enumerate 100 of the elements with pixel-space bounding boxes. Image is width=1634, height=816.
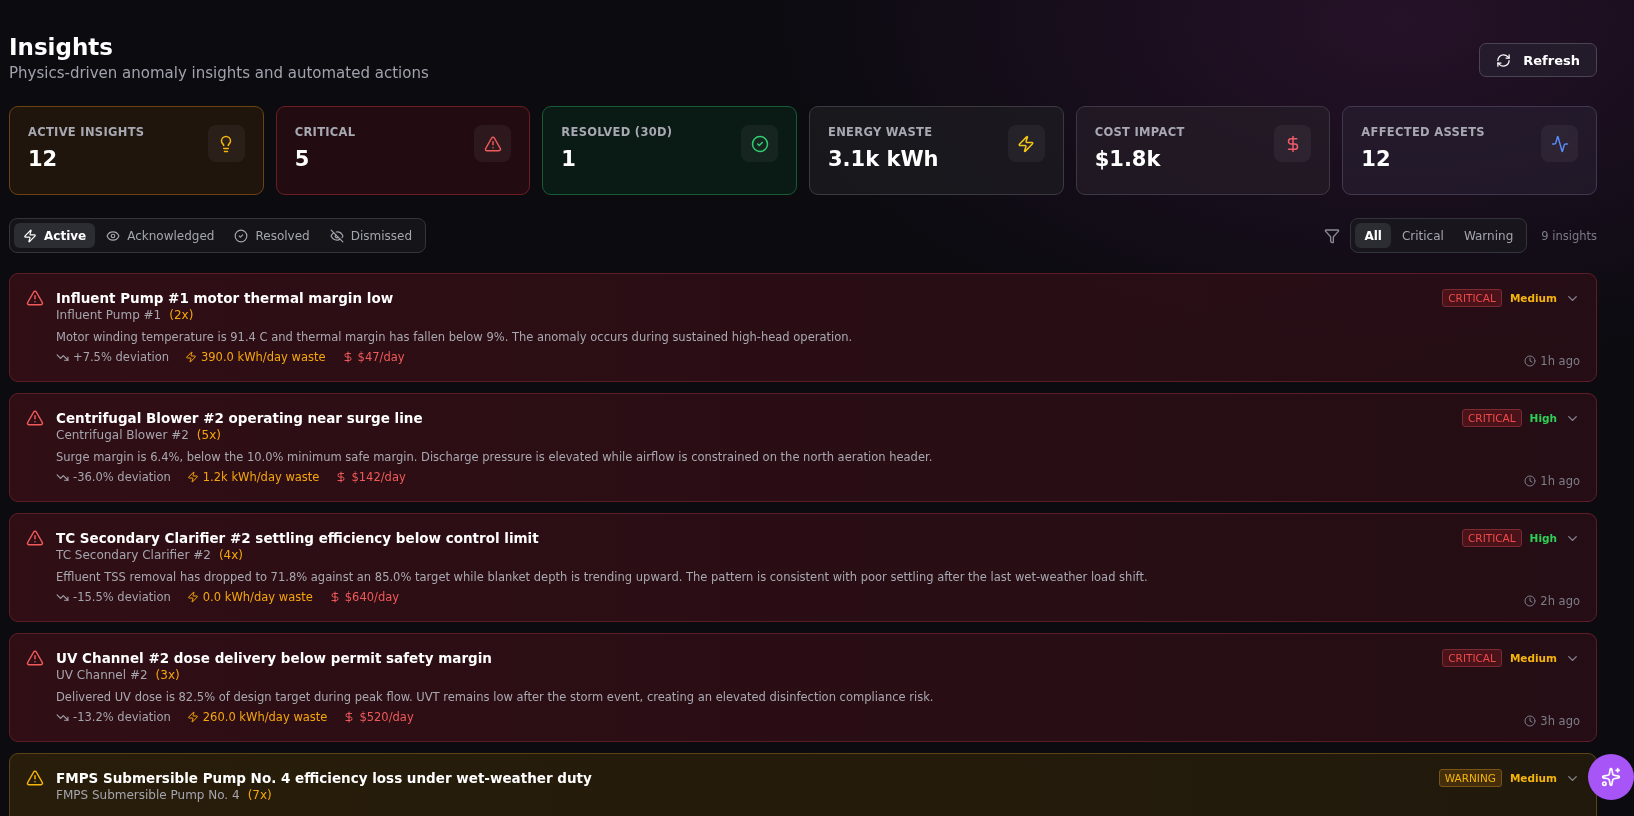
lightning-icon xyxy=(186,711,199,723)
time-ago: 3h ago xyxy=(1524,714,1580,728)
warning-icon xyxy=(26,289,44,307)
occurrence-count: (3x) xyxy=(155,668,180,682)
stat-value: 12 xyxy=(1361,147,1392,171)
insight-card[interactable]: FMPS Submersible Pump No. 4 efficiency loss under wet-weather duty FMPS Submersible Pump No. 4 (7x) WARNING Medium xyxy=(9,753,1597,816)
status-tab[interactable]: Dismissed xyxy=(320,223,422,248)
priority-label: Medium xyxy=(1509,652,1557,664)
severity-badge: CRITICAL xyxy=(1442,649,1502,667)
stat-label: ENERGY WASTE xyxy=(828,125,934,139)
severity-filter-option[interactable]: Warning xyxy=(1454,223,1523,248)
stat-value: 5 xyxy=(294,147,311,171)
page-title: Insights xyxy=(9,33,115,62)
priority-label: High xyxy=(1529,412,1557,424)
warning-icon xyxy=(26,649,44,667)
severity-badge: CRITICAL xyxy=(1462,529,1522,547)
insight-description: Effluent TSS removal has dropped to 71.8% against an 85.0% target while blanket depth is trending upward. The pattern is consistent with poor settling after the last wet-weather load shift. xyxy=(56,569,1149,585)
stat-value: $1.8k xyxy=(1094,147,1162,171)
occurrence-count: (5x) xyxy=(196,428,221,442)
lightning-icon xyxy=(23,228,37,243)
asset-name: Influent Pump #1 xyxy=(56,308,162,322)
occurrence-count: (2x) xyxy=(169,308,194,322)
insight-title: UV Channel #2 dose delivery below permit safety margin xyxy=(56,649,493,667)
time-ago: 1h ago xyxy=(1524,354,1580,368)
severity-badge: CRITICAL xyxy=(1442,289,1502,307)
lightning-icon xyxy=(186,591,199,603)
occurrence-count: (7x) xyxy=(247,788,272,802)
energy-waste-text: 390.0 kWh/day waste xyxy=(184,350,326,364)
priority-label: High xyxy=(1529,532,1557,544)
clock-icon xyxy=(1524,355,1537,367)
asset-name: Centrifugal Blower #2 xyxy=(56,428,189,442)
refresh-icon xyxy=(1496,52,1512,68)
dollar-icon xyxy=(343,711,356,723)
severity-filter-option[interactable]: All xyxy=(1355,223,1391,248)
clock-icon xyxy=(1524,475,1537,487)
lightning-icon xyxy=(1017,134,1036,153)
cost-text: $142/day xyxy=(335,470,406,484)
refresh-button[interactable]: Refresh xyxy=(1479,43,1597,77)
check-circle-icon xyxy=(750,134,769,153)
eye-off-icon xyxy=(329,228,344,243)
cost-text: $520/day xyxy=(343,710,414,724)
stat-label: AFFECTED ASSETS xyxy=(1361,125,1485,139)
filter-icon[interactable] xyxy=(1324,227,1341,244)
warning-icon xyxy=(26,409,44,427)
deviation-text: +7.5% deviation xyxy=(56,350,169,364)
severity-badge: WARNING xyxy=(1438,769,1502,787)
sparkles-icon xyxy=(1601,767,1621,787)
asset-name: UV Channel #2 xyxy=(56,668,148,682)
priority-label: Medium xyxy=(1509,292,1557,304)
dollar-icon xyxy=(335,471,348,483)
status-tab[interactable]: Acknowledged xyxy=(97,223,224,248)
warning-icon xyxy=(26,769,44,787)
dollar-icon xyxy=(341,351,354,363)
insight-count: 9 insights xyxy=(1541,228,1597,243)
asset-name: TC Secondary Clarifier #2 xyxy=(56,548,211,562)
insight-description: Delivered UV dose is 82.5% of design target during peak flow. UVT remains low after the storm event, creating an elevated disinfection compliance risk. xyxy=(56,689,935,705)
warning-icon xyxy=(26,529,44,547)
stat-value: 1 xyxy=(561,147,577,171)
pulse-icon xyxy=(1550,134,1569,153)
cost-text: $47/day xyxy=(341,350,405,364)
stat-label: COST IMPACT xyxy=(1094,125,1185,139)
insight-card[interactable] xyxy=(9,273,1597,382)
insight-card[interactable] xyxy=(9,393,1597,502)
stat-value: 3.1k kWh xyxy=(828,147,939,171)
insight-card[interactable] xyxy=(9,633,1597,742)
priority-label: Medium xyxy=(1509,772,1557,784)
lightning-icon xyxy=(186,471,199,483)
eye-icon xyxy=(106,228,121,243)
stat-value: 12 xyxy=(28,147,59,171)
time-ago: 1h ago xyxy=(1524,474,1580,488)
cost-text: $640/day xyxy=(328,590,400,604)
insight-description: Motor winding temperature is 91.4 C and thermal margin has fallen below 9%. The anomaly occurs during sustained high-head operation. xyxy=(56,329,854,345)
assistant-button[interactable] xyxy=(1588,754,1634,800)
energy-waste-text: 1.2k kWh/day waste xyxy=(186,470,320,484)
deviation-text: -13.2% deviation xyxy=(56,710,171,724)
lightning-icon xyxy=(184,351,197,363)
insight-title: FMPS Submersible Pump No. 4 efficiency loss under wet-weather duty xyxy=(56,769,593,787)
clock-icon xyxy=(1524,595,1537,607)
insight-title: Influent Pump #1 motor thermal margin low xyxy=(56,289,395,307)
insight-title: TC Secondary Clarifier #2 settling efficiency below control limit xyxy=(56,529,540,547)
status-tab[interactable]: Resolved xyxy=(225,223,319,248)
clock-icon xyxy=(1524,715,1537,727)
occurrence-count: (4x) xyxy=(218,548,243,562)
stat-label: RESOLVED (30D) xyxy=(561,125,673,139)
energy-waste-text: 260.0 kWh/day waste xyxy=(186,710,328,724)
energy-waste-text: 0.0 kWh/day waste xyxy=(186,590,313,604)
stat-label: CRITICAL xyxy=(294,125,356,139)
stat-label: ACTIVE INSIGHTS xyxy=(28,125,145,139)
time-ago: 2h ago xyxy=(1524,594,1580,608)
insight-card[interactable] xyxy=(9,513,1597,622)
insight-title: Centrifugal Blower #2 operating near surge line xyxy=(56,409,424,427)
status-tab[interactable]: Active xyxy=(14,223,96,248)
deviation-text: -15.5% deviation xyxy=(56,590,171,604)
insight-description: Surge margin is 6.4%, below the 10.0% minimum safe margin. Discharge pressure is elevated while airflow is constrained on the north aeration header. xyxy=(56,449,934,465)
asset-name: FMPS Submersible Pump No. 4 xyxy=(56,788,240,802)
severity-badge: CRITICAL xyxy=(1462,409,1522,427)
deviation-text: -36.0% deviation xyxy=(56,470,171,484)
check-circle-icon xyxy=(234,228,249,243)
severity-filter-option[interactable]: Critical xyxy=(1392,223,1453,248)
dollar-icon xyxy=(328,591,341,603)
